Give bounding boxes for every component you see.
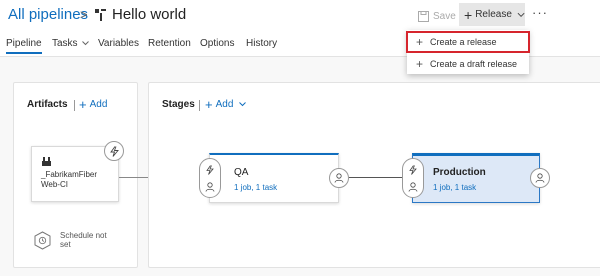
divider (74, 100, 75, 111)
breadcrumb-all-pipelines[interactable]: All pipelines (8, 6, 88, 23)
schedule-trigger[interactable]: Schedule not set (33, 229, 113, 253)
release-pipeline-icon (95, 9, 106, 21)
release-button[interactable]: + Release (459, 3, 525, 26)
tab-variables[interactable]: Variables (98, 38, 139, 49)
stage-conditions-qa[interactable] (199, 158, 221, 198)
person-icon (408, 182, 418, 192)
stage-conditions-production[interactable] (402, 158, 424, 198)
menu-item-label: Create a draft release (430, 59, 518, 69)
chevron-down-icon (517, 12, 525, 17)
person-icon (535, 173, 545, 183)
build-artifact-icon (42, 157, 51, 166)
stages-title: Stages (162, 99, 195, 110)
person-icon (334, 173, 344, 183)
menu-item-label: Create a release (430, 37, 497, 47)
chevron-down-icon (82, 41, 90, 46)
plus-icon: + (205, 97, 213, 112)
release-label: Release (475, 9, 512, 20)
plus-icon: + (79, 97, 87, 112)
artifacts-title: Artifacts (27, 99, 68, 110)
save-button[interactable]: Save (418, 5, 456, 27)
save-icon (418, 10, 429, 22)
stage-name: QA (234, 167, 249, 178)
page-title: Hello world (112, 6, 187, 23)
plus-icon: + (416, 57, 424, 71)
tab-tasks[interactable]: Tasks (52, 38, 90, 49)
stage-card-production[interactable]: Production 1 job, 1 task (412, 153, 540, 203)
divider (199, 100, 200, 111)
clock-icon (34, 231, 51, 250)
add-stage-button[interactable]: + Add (205, 97, 247, 112)
add-artifact-label: Add (89, 99, 108, 110)
release-dropdown-menu: + Create a release + Create a draft rele… (406, 30, 530, 74)
stage-detail-link[interactable]: 1 job, 1 task (433, 183, 476, 192)
add-artifact-button[interactable]: + Add (79, 98, 107, 111)
artifact-name: _FabrikamFiber Web-CI (41, 170, 98, 189)
lightning-icon (409, 165, 417, 175)
add-stage-label: Add (215, 99, 234, 110)
tab-tasks-label: Tasks (52, 38, 78, 49)
more-actions-button[interactable]: ··· (532, 5, 548, 20)
stage-card-qa[interactable]: QA 1 job, 1 task (209, 153, 339, 203)
breadcrumb-separator: > (80, 7, 88, 22)
plus-icon: + (464, 6, 473, 23)
person-icon (205, 182, 215, 192)
tab-options[interactable]: Options (200, 38, 234, 49)
stage-name: Production (433, 167, 486, 178)
continuous-deployment-trigger[interactable] (104, 141, 124, 161)
post-deployment-approval-qa[interactable] (329, 168, 349, 188)
lightning-icon (206, 165, 214, 175)
stage-detail-link[interactable]: 1 job, 1 task (234, 183, 277, 192)
post-deployment-approval-production[interactable] (530, 168, 550, 188)
top-bar: All pipelines > Hello world Save + Relea… (0, 0, 600, 32)
plus-icon: + (416, 35, 424, 49)
tab-retention[interactable]: Retention (148, 38, 191, 49)
menu-item-create-draft-release[interactable]: + Create a draft release (407, 54, 529, 74)
lightning-icon (109, 145, 119, 157)
schedule-label: Schedule not set (60, 231, 107, 249)
menu-item-create-release[interactable]: + Create a release (406, 31, 530, 53)
tab-pipeline[interactable]: Pipeline (6, 38, 42, 54)
save-label: Save (433, 10, 456, 22)
chevron-down-icon (239, 102, 247, 107)
tab-history[interactable]: History (246, 38, 277, 49)
